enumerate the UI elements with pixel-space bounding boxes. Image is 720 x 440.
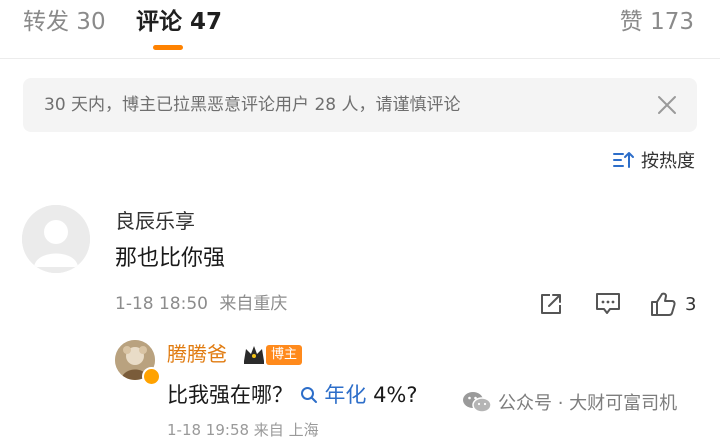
reply-meta: 1-18 19:58 来自 上海	[167, 421, 319, 439]
verified-badge-icon	[142, 367, 161, 386]
active-tab-indicator	[153, 45, 183, 50]
reply-username[interactable]: 腾腾爸	[167, 340, 227, 368]
reply-text: 比我强在哪？ 年化 4%?	[167, 380, 418, 410]
comment-text: 那也比你强	[115, 246, 226, 271]
search-icon	[300, 387, 317, 403]
watermark-text: 公众号 · 大财可富司机	[498, 393, 678, 414]
avatar[interactable]	[22, 205, 90, 273]
sort-icon	[613, 152, 634, 168]
reply-button[interactable]	[594, 290, 622, 318]
share-button[interactable]	[538, 290, 564, 318]
tab-comments[interactable]: 评论 47	[136, 6, 222, 38]
comment-icon	[596, 293, 620, 314]
blogger-badge: 博主	[266, 345, 303, 365]
search-term: 年化	[324, 383, 367, 407]
comment-date: 1-18 18:50	[115, 294, 208, 314]
default-avatar-icon	[22, 205, 90, 273]
tab-reposts[interactable]: 转发 30	[23, 6, 106, 38]
close-icon[interactable]	[654, 92, 680, 118]
comment-meta: 1-18 18:50 来自重庆	[115, 292, 293, 316]
tab-divider	[0, 58, 720, 59]
search-link[interactable]: 年化	[300, 383, 373, 407]
watermark: 公众号 · 大财可富司机	[462, 389, 677, 415]
notice-text: 30 天内，博主已拉黑恶意评论用户 28 人，请谨慎评论	[44, 95, 461, 115]
comment-location: 来自重庆	[219, 294, 288, 314]
share-icon	[541, 294, 561, 314]
like-count: 3	[685, 293, 697, 315]
like-button[interactable]: 3	[649, 290, 696, 318]
reply-text-main: 比我强在哪？	[167, 383, 293, 407]
reply-text-rest: 4%?	[373, 383, 418, 407]
sort-label: 按热度	[641, 151, 695, 172]
block-notice-banner: 30 天内，博主已拉黑恶意评论用户 28 人，请谨慎评论	[23, 78, 697, 132]
wechat-icon	[463, 392, 492, 413]
tab-likes[interactable]: 赞 173	[620, 6, 694, 38]
sort-by-hot-button[interactable]: 按热度	[613, 147, 695, 173]
thumbs-up-icon	[651, 292, 676, 316]
comment-username[interactable]: 良辰乐享	[115, 207, 195, 235]
crown-icon	[244, 346, 264, 364]
